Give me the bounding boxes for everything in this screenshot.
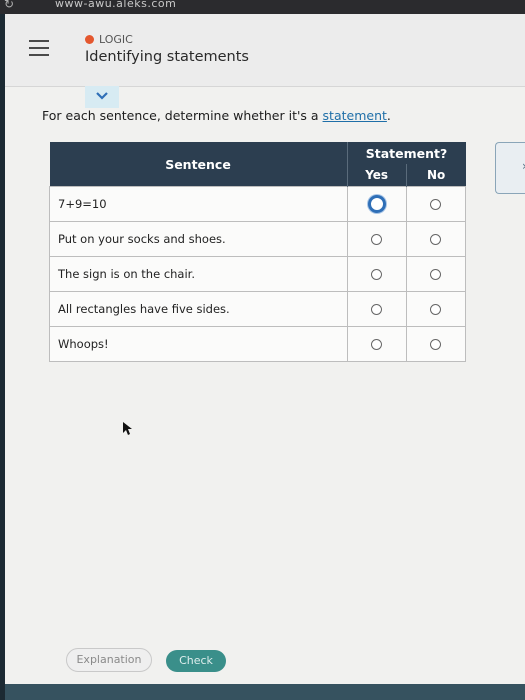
no-column-header: No xyxy=(405,164,466,187)
browser-url[interactable]: www-awu.aleks.com xyxy=(55,0,176,10)
table-row: Put on your socks and shoes. xyxy=(49,221,467,257)
no-radio[interactable] xyxy=(430,199,442,210)
table-row: The sign is on the chair. xyxy=(49,256,467,292)
no-radio[interactable] xyxy=(430,269,442,280)
expand-header-button[interactable] xyxy=(85,86,119,108)
lesson-title: Identifying statements xyxy=(85,49,249,65)
check-button[interactable]: Check xyxy=(166,650,226,672)
topic-label: LOGIC xyxy=(85,33,133,46)
menu-icon[interactable] xyxy=(29,40,49,58)
yes-radio[interactable] xyxy=(371,269,383,280)
yes-radio[interactable] xyxy=(371,304,383,315)
sentence-cell: Whoops! xyxy=(49,326,348,362)
sentence-cell: 7+9=10 xyxy=(49,186,348,222)
yes-option-cell[interactable] xyxy=(346,326,407,362)
statement-column-header: Statement? xyxy=(346,142,466,164)
topic-dot-icon xyxy=(85,35,94,44)
browser-url-bar[interactable]: ↻ www-awu.aleks.com xyxy=(0,0,525,14)
lesson-header: LOGIC Identifying statements xyxy=(5,14,525,87)
chevron-down-icon xyxy=(96,92,108,100)
table-row: 7+9=10 xyxy=(49,186,467,222)
side-panel-tab[interactable]: › xyxy=(495,142,525,194)
explanation-button[interactable]: Explanation xyxy=(66,648,152,672)
bottom-bar xyxy=(5,684,525,700)
yes-column-header: Yes xyxy=(346,164,407,187)
no-radio[interactable] xyxy=(430,304,442,315)
sentence-cell: The sign is on the chair. xyxy=(49,256,348,292)
statement-link[interactable]: statement xyxy=(323,108,387,123)
sentence-column-header: Sentence xyxy=(49,142,347,187)
yes-option-cell[interactable] xyxy=(346,221,407,257)
yes-radio[interactable] xyxy=(371,234,383,245)
no-option-cell[interactable] xyxy=(405,256,467,292)
table-row: All rectangles have five sides. xyxy=(49,291,467,327)
yes-option-cell[interactable] xyxy=(346,256,407,292)
yes-option-cell[interactable] xyxy=(346,186,407,222)
no-radio[interactable] xyxy=(430,234,442,245)
yes-radio[interactable] xyxy=(371,339,383,350)
yes-option-cell[interactable] xyxy=(346,291,407,327)
no-option-cell[interactable] xyxy=(405,326,467,362)
no-option-cell[interactable] xyxy=(405,291,467,327)
reload-icon[interactable]: ↻ xyxy=(4,0,14,11)
table-row: Whoops! xyxy=(49,326,467,362)
sentence-cell: All rectangles have five sides. xyxy=(49,291,348,327)
no-option-cell[interactable] xyxy=(405,221,467,257)
no-radio[interactable] xyxy=(430,339,442,350)
mouse-cursor-icon xyxy=(123,422,132,435)
app-screen: LOGIC Identifying statements For each se… xyxy=(5,14,525,684)
sentence-cell: Put on your socks and shoes. xyxy=(49,221,348,257)
instruction-text: For each sentence, determine whether it'… xyxy=(42,108,391,123)
no-option-cell[interactable] xyxy=(405,186,467,222)
statement-table: Sentence Statement? Yes No 7+9=10 Put on… xyxy=(49,142,467,362)
yes-radio[interactable] xyxy=(367,195,386,213)
